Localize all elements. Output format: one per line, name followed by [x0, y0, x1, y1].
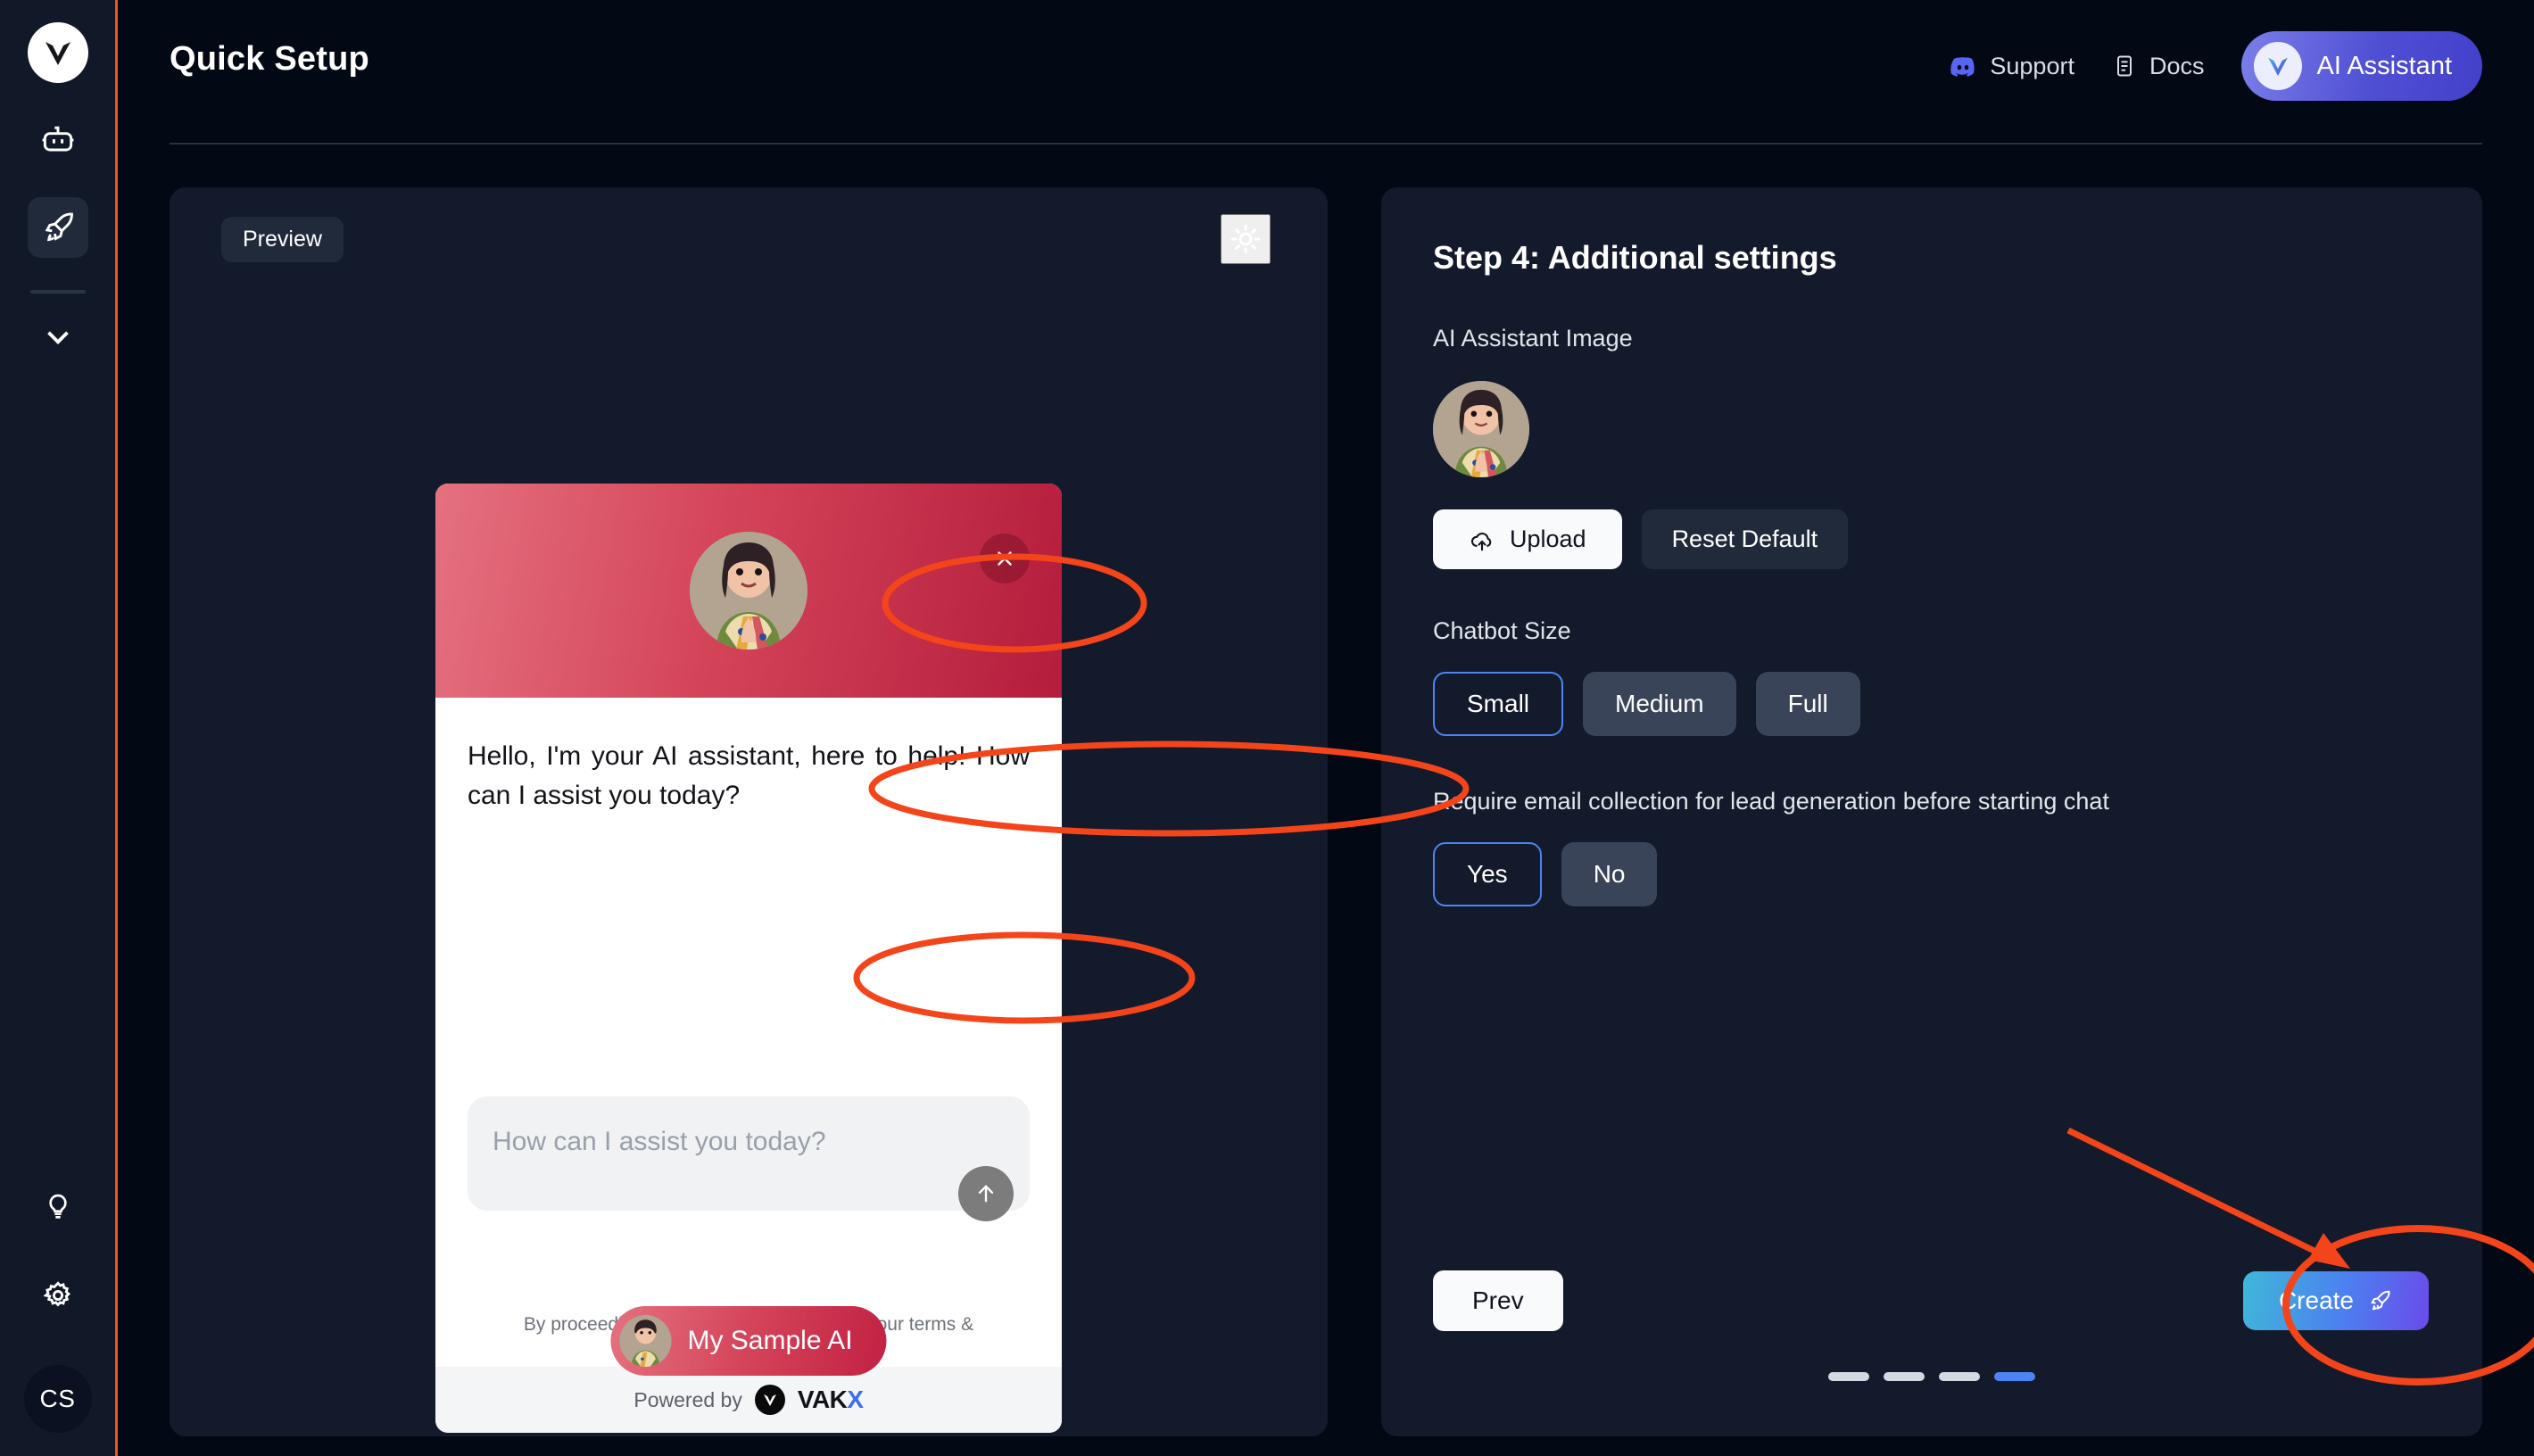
chat-input-placeholder: How can I assist you today?	[493, 1127, 826, 1156]
app-root: CS Quick Setup Support Docs AI Assistant…	[0, 0, 2534, 1456]
step-dot-2[interactable]	[1884, 1372, 1925, 1381]
preview-badge: Preview	[221, 216, 344, 262]
lightbulb-icon	[48, 1194, 67, 1219]
rocket-icon	[2371, 1290, 2390, 1311]
assistant-avatar	[690, 532, 807, 649]
sidebar: CS	[0, 0, 118, 1456]
vakx-chevron-logo	[45, 42, 70, 65]
chat-footer: Powered by VAKX	[435, 1367, 1062, 1433]
assistant-avatar-art	[690, 532, 807, 649]
docs-label: Docs	[2149, 52, 2205, 79]
size-option-full[interactable]: Full	[1755, 672, 1860, 736]
sidebar-item-settings[interactable]	[28, 1265, 88, 1326]
upload-label: Upload	[1510, 525, 1586, 552]
topbar-actions: Support Docs AI Assistant	[1949, 0, 2482, 101]
avatar[interactable]: CS	[23, 1365, 92, 1433]
chat-input[interactable]: How can I assist you today?	[468, 1096, 1030, 1221]
close-icon[interactable]	[980, 534, 1030, 583]
vakx-brand-name: VAKX	[797, 1386, 864, 1413]
chevron-down-icon	[46, 331, 69, 344]
content-area: Preview Hello, I'm your AI assistant, he…	[118, 145, 2534, 1436]
step-dot-1[interactable]	[1828, 1372, 1869, 1381]
docs-link[interactable]: Docs	[2112, 52, 2205, 80]
reset-default-button[interactable]: Reset Default	[1641, 509, 1849, 569]
assistant-avatar-art	[619, 1315, 672, 1367]
email-collection-options: Yes No	[1433, 842, 2429, 906]
create-label: Create	[2278, 1286, 2354, 1314]
support-label: Support	[1990, 52, 2074, 79]
image-actions: Upload Reset Default	[1433, 509, 2429, 569]
launcher-avatar	[619, 1315, 672, 1367]
sun-icon	[1230, 224, 1261, 254]
email-option-no[interactable]: No	[1561, 842, 1658, 906]
size-option-small[interactable]: Small	[1433, 672, 1564, 736]
discord-icon	[1950, 57, 1975, 77]
cloud-upload-icon	[1470, 532, 1492, 550]
sidebar-item-expand[interactable]	[39, 318, 77, 360]
ai-assistant-label: AI Assistant	[2316, 51, 2452, 80]
wizard-step-indicator	[1381, 1372, 2482, 1381]
wizard-footer: Prev Create	[1433, 1270, 2429, 1331]
powered-by-label: Powered by	[634, 1387, 742, 1411]
chatbot-size-options: Small Medium Full	[1433, 672, 2429, 736]
assistant-avatar-art	[1433, 381, 1529, 477]
document-icon	[2116, 55, 2132, 77]
chatbot-size-label: Chatbot Size	[1433, 617, 1571, 644]
upload-button[interactable]: Upload	[1433, 509, 1622, 569]
sidebar-bottom-group: CS	[0, 1174, 115, 1456]
preview-panel: Preview Hello, I'm your AI assistant, he…	[170, 187, 1328, 1436]
vakx-chevron-logo-icon	[2254, 42, 2303, 90]
chat-message-list: Hello, I'm your AI assistant, here to he…	[435, 698, 1062, 1096]
step-dot-4[interactable]	[1994, 1372, 2035, 1381]
page-title: Quick Setup	[170, 40, 369, 78]
robot-icon	[42, 126, 73, 152]
ai-assistant-image-label: AI Assistant Image	[1433, 325, 1633, 352]
ai-assistant-image-thumbnail[interactable]	[1433, 381, 1529, 477]
send-button[interactable]	[958, 1166, 1014, 1221]
email-option-yes[interactable]: Yes	[1433, 842, 1542, 906]
sidebar-divider	[29, 290, 86, 294]
rocket-icon	[45, 212, 73, 242]
create-button[interactable]: Create	[2242, 1271, 2429, 1330]
gear-icon	[42, 1281, 70, 1307]
chat-launcher-button[interactable]: My Sample AI	[610, 1306, 887, 1376]
prev-button[interactable]: Prev	[1433, 1270, 1563, 1331]
settings-panel: Step 4: Additional settings AI Assistant…	[1381, 187, 2482, 1436]
ai-assistant-button[interactable]: AI Assistant	[2241, 31, 2482, 101]
chat-widget-preview: Hello, I'm your AI assistant, here to he…	[435, 484, 1062, 1433]
vakx-chevron-logo	[2268, 57, 2289, 76]
theme-toggle-button[interactable]	[1221, 214, 1271, 264]
preview-header: Preview	[170, 187, 1328, 264]
chat-input-area: How can I assist you today?	[435, 1096, 1062, 1221]
step-dot-3[interactable]	[1939, 1372, 1980, 1381]
chat-launcher-label: My Sample AI	[687, 1326, 853, 1355]
bot-message: Hello, I'm your AI assistant, here to he…	[468, 741, 1030, 810]
chat-widget-header	[435, 484, 1062, 698]
sidebar-item-quick-setup[interactable]	[27, 197, 88, 258]
email-collection-label: Require email collection for lead genera…	[1433, 788, 2109, 815]
size-option-medium[interactable]: Medium	[1583, 672, 1736, 736]
vakx-logo-icon	[754, 1385, 785, 1415]
vakx-chevron-logo	[763, 1394, 776, 1406]
close-x-icon	[998, 551, 1012, 566]
arrow-up-icon	[978, 1185, 994, 1203]
support-link[interactable]: Support	[1949, 52, 2074, 80]
main-area: Quick Setup Support Docs AI Assistant Pr…	[118, 0, 2534, 1456]
sidebar-item-ideas[interactable]	[28, 1174, 88, 1235]
step-title: Step 4: Additional settings	[1433, 239, 1837, 276]
topbar: Quick Setup Support Docs AI Assistant	[118, 0, 2534, 143]
sidebar-item-chatbots[interactable]	[28, 110, 88, 170]
brand-logo[interactable]	[27, 22, 88, 83]
